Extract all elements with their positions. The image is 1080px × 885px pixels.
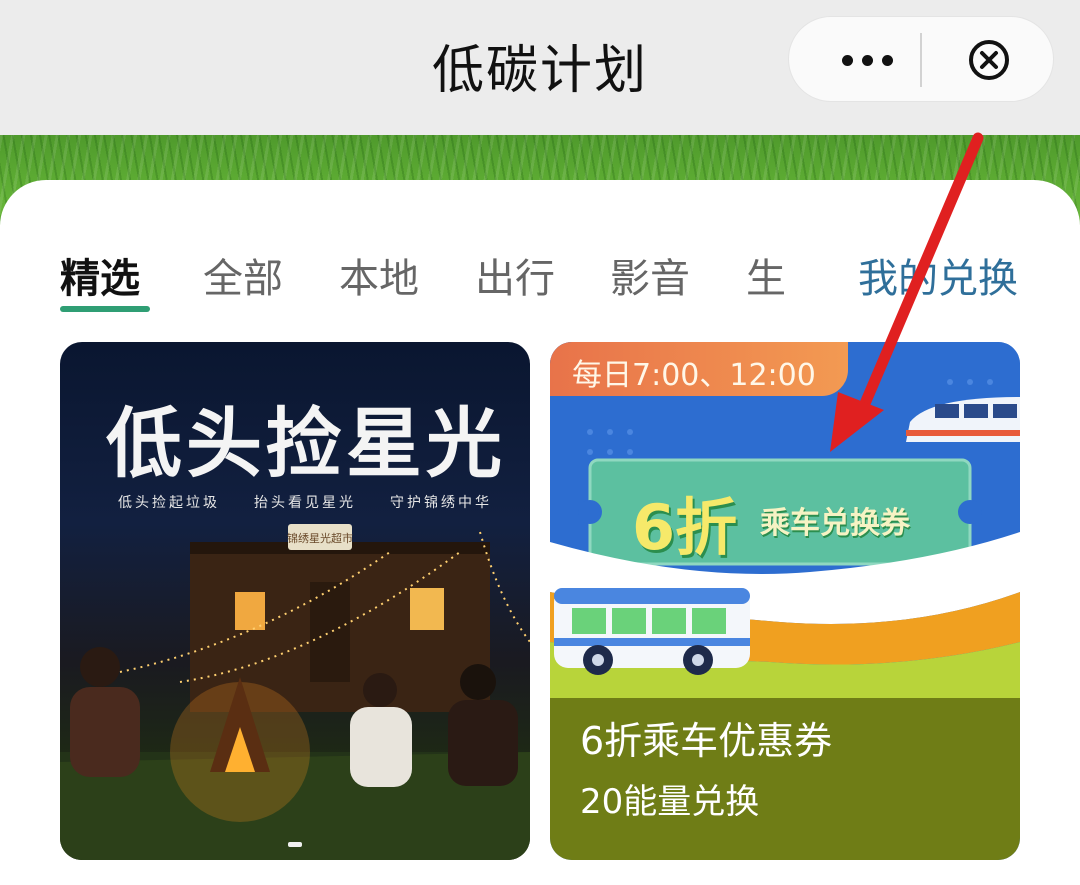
content-panel: 精选 全部 本地 出行 影音 生 我的兑换 低头捡星光 低头捡起垃圾 抬头看见星…	[0, 180, 1080, 885]
top-bar: 低碳计划	[0, 0, 1080, 135]
more-dots-icon[interactable]	[827, 47, 907, 73]
mini-program-capsule	[788, 16, 1054, 102]
shop-sign-text: 锦绣星光超市	[287, 531, 353, 545]
capsule-divider	[920, 33, 922, 87]
tab-local[interactable]: 本地	[339, 246, 419, 304]
promo-card-starlight[interactable]: 低头捡星光 低头捡起垃圾 抬头看见星光 守护锦绣中华 锦绣星光超市	[60, 342, 530, 860]
promo-card-bus-coupon[interactable]: 每日7:00、12:00 6折 乘车兑换券 6折乘车优惠券 20能量兑换	[550, 342, 1020, 860]
poster-subtitle: 低头捡起垃圾 抬头看见星光 守护锦绣中华	[118, 495, 492, 511]
campfire-scene-illustration: 锦绣星光超市	[60, 524, 530, 860]
coupon-discount-text: 6折	[632, 491, 738, 564]
poster-title: 低头捡星光	[106, 399, 506, 488]
tab-life[interactable]: 生	[746, 246, 786, 304]
close-circle-icon[interactable]	[967, 38, 1011, 82]
tab-media[interactable]: 影音	[610, 246, 690, 304]
carousel-indicator	[288, 842, 302, 847]
product-name: 6折乘车优惠券	[580, 719, 833, 763]
active-tab-indicator	[60, 306, 150, 312]
coupon-type-text: 乘车兑换券	[760, 506, 910, 541]
tab-featured[interactable]: 精选	[60, 246, 140, 304]
time-badge-text: 每日7:00、12:00	[572, 358, 816, 393]
tab-travel[interactable]: 出行	[475, 246, 555, 304]
my-exchange-link[interactable]: 我的兑换	[858, 246, 1018, 304]
card-info-area: 6折乘车优惠券 20能量兑换	[550, 698, 1020, 860]
tab-all[interactable]: 全部	[203, 246, 283, 304]
category-tabs: 精选 全部 本地 出行 影音 生 我的兑换	[0, 180, 1080, 320]
product-price: 20能量兑换	[580, 782, 760, 822]
time-badge: 每日7:00、12:00	[550, 342, 848, 396]
